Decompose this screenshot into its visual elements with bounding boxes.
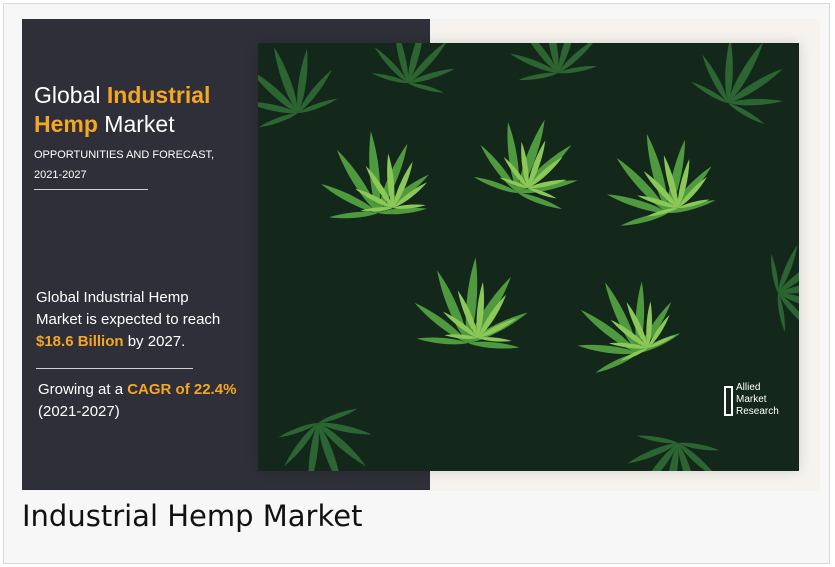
title-accent-1: Industrial bbox=[106, 82, 211, 108]
title-accent-2: Hemp bbox=[34, 111, 98, 137]
hemp-leaves-illustration bbox=[258, 43, 799, 471]
hemp-leaves-photo: Allied Market Research bbox=[258, 43, 799, 471]
logo-text: Allied Market Research bbox=[736, 382, 779, 418]
logo-line-1: Allied bbox=[736, 382, 761, 393]
figure-caption: Industrial Hemp Market bbox=[22, 499, 363, 533]
subtitle-line-1: OPPORTUNITIES AND FORECAST, bbox=[34, 149, 215, 161]
logo-line-3: Research bbox=[736, 406, 779, 417]
market-reach-text: Global Industrial Hemp Market is expecte… bbox=[36, 287, 264, 353]
infographic-subtitle: OPPORTUNITIES AND FORECAST, 2021-2027 bbox=[34, 145, 244, 185]
cagr-text: Growing at a CAGR of 22.4% (2021-2027) bbox=[38, 379, 268, 423]
cagr-prefix: Growing at a bbox=[38, 381, 128, 398]
cagr-value: CAGR of 22.4% bbox=[127, 381, 237, 398]
infographic-title: Global Industrial Hemp Market bbox=[34, 81, 274, 139]
divider-1 bbox=[34, 189, 148, 190]
figure-frame: Global Industrial Hemp Market OPPORTUNIT… bbox=[3, 3, 830, 564]
infographic-card: Global Industrial Hemp Market OPPORTUNIT… bbox=[22, 19, 820, 491]
subtitle-line-2: 2021-2027 bbox=[34, 169, 87, 181]
reach-value: $18.6 Billion bbox=[36, 333, 124, 350]
reach-line-1: Global Industrial Hemp bbox=[36, 289, 189, 306]
reach-suffix: by 2027. bbox=[123, 333, 186, 350]
divider-2 bbox=[36, 368, 193, 369]
logo-line-2: Market bbox=[736, 394, 767, 405]
allied-market-research-logo: Allied Market Research bbox=[724, 382, 794, 422]
reach-line-2: Market is expected to reach bbox=[36, 311, 221, 328]
title-plain-1: Global bbox=[34, 82, 107, 108]
cagr-period: (2021-2027) bbox=[38, 403, 120, 420]
title-plain-2: Market bbox=[97, 111, 175, 137]
logo-mark-icon bbox=[724, 386, 733, 416]
